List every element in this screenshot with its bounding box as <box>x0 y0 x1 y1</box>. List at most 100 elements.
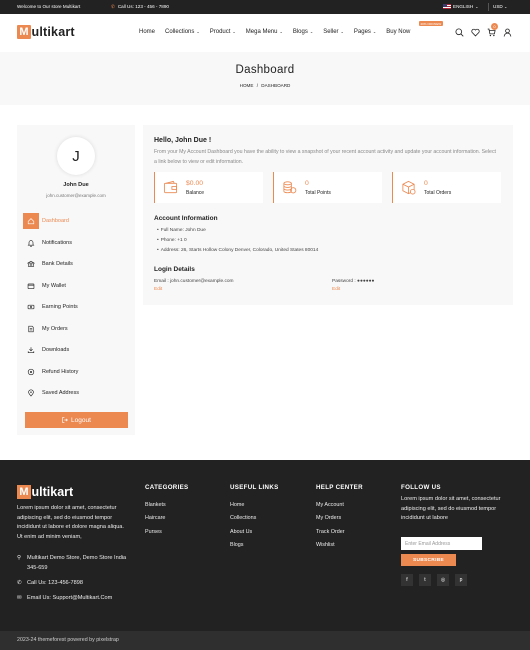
footer-column-title: USEFUL LINKS <box>230 484 279 491</box>
main-nav: Home Collections ⌄ Product ⌄ Mega Menu ⌄ Blogs ⌄… <box>139 29 410 35</box>
newsletter-email-input[interactable] <box>401 537 482 550</box>
logo[interactable]: M ultikart <box>17 25 75 39</box>
phone-icon: ✆ <box>111 4 115 9</box>
breadcrumb-home[interactable]: HOME <box>240 83 254 88</box>
account-sidebar: J John Due john.customer@example.com Das… <box>17 125 135 435</box>
footer-column-title: CATEGORIES <box>145 484 189 491</box>
follow-us-title: FOLLOW US <box>401 484 441 491</box>
avatar: J <box>57 137 95 175</box>
footer-link[interactable]: Home <box>230 502 244 508</box>
nav-item-mega-menu[interactable]: Mega Menu ⌄ <box>246 29 283 35</box>
footer-link[interactable]: Collections <box>230 515 256 521</box>
stat-label: Balance <box>186 190 205 196</box>
nav-item-buy-now[interactable]: Buy Now <box>386 29 410 35</box>
sidebar-item-dashboard[interactable]: Dashboard <box>23 213 129 229</box>
pinterest-icon[interactable]: p <box>455 574 467 586</box>
bank-icon <box>23 256 39 272</box>
sidebar-item-my-wallet[interactable]: My Wallet <box>23 278 129 294</box>
top-bar: Welcome to Our store Multikart ✆ Call Us:… <box>0 0 530 14</box>
hot-badge: 20% OFF/NEW <box>419 21 443 27</box>
subscribe-button[interactable]: SUBSCRIBE <box>401 554 456 566</box>
sidebar-item-saved-address[interactable]: Saved Address <box>23 385 129 401</box>
footer-email: ✉ Email Us: Support@Multikart.Com <box>17 594 112 604</box>
account-info-title: Account Information <box>154 215 218 222</box>
logo-text: ultikart <box>31 25 75 39</box>
follow-text: Lorem ipsum dolor sit amet, consectetur … <box>401 496 501 521</box>
nav-item-label: Pages <box>353 29 371 35</box>
dashboard-intro: From your My Account Dashboard you have … <box>154 149 496 165</box>
logo-text: ultikart <box>31 485 74 499</box>
sidebar-item-notifications[interactable]: Notifications <box>23 235 129 251</box>
breadcrumb: HOME / DASHBOARD <box>0 83 530 88</box>
facebook-icon[interactable]: f <box>401 574 413 586</box>
footer-link[interactable]: About Us <box>230 529 252 535</box>
nav-item-product[interactable]: Product ⌄ <box>210 29 236 35</box>
sidebar-item-downloads[interactable]: Downloads <box>23 342 129 358</box>
footer-link[interactable]: Track Order <box>316 529 345 535</box>
footer-link[interactable]: Purses <box>145 529 162 535</box>
chevron-down-icon: ⌄ <box>309 29 314 34</box>
wallet-icon <box>163 180 178 194</box>
chevron-down-icon: ⌄ <box>503 4 508 9</box>
logo-mark: M <box>17 25 31 39</box>
chevron-down-icon: ⌄ <box>475 3 479 9</box>
site-header: M ultikart Home Collections ⌄ Product ⌄ Mega … <box>0 14 530 52</box>
sidebar-item-my-orders[interactable]: My Orders <box>23 321 129 337</box>
nav-item-home[interactable]: Home <box>139 29 155 35</box>
nav-item-label: Buy Now <box>386 29 411 35</box>
footer-link[interactable]: Blogs <box>230 542 244 548</box>
page-title: Dashboard <box>235 64 295 76</box>
refund-icon <box>23 364 39 380</box>
footer-link[interactable]: My Orders <box>316 515 341 521</box>
nav-item-collections[interactable]: Collections ⌄ <box>165 29 200 35</box>
email-text: Email Us: Support@Multikart.Com <box>27 595 113 601</box>
edit-password-link[interactable]: Edit <box>332 287 340 292</box>
stat-label: Total Orders <box>424 190 452 196</box>
greeting: Hello, John Due ! <box>154 137 212 144</box>
user-email: john.customer@example.com <box>46 193 106 198</box>
sidebar-item-label: Downloads <box>42 347 70 353</box>
twitter-icon[interactable]: t <box>419 574 431 586</box>
login-password: Password : ●●●●●● <box>332 279 375 284</box>
search-icon[interactable] <box>455 28 464 37</box>
user-icon[interactable] <box>503 28 512 37</box>
heart-icon[interactable] <box>471 28 480 37</box>
footer-column-title: HELP CENTER <box>316 484 363 491</box>
sidebar-item-bank-details[interactable]: Bank Details <box>23 256 129 272</box>
breadcrumb-current: DASHBOARD <box>261 83 291 88</box>
nav-item-pages[interactable]: Pages ⌄ <box>354 29 376 35</box>
chevron-down-icon: ⌄ <box>196 29 200 34</box>
login-details-title: Login Details <box>154 266 195 273</box>
footer-phone: ✆ Call Us: 123-456-7898 <box>17 579 83 589</box>
stat-value: 0 <box>424 180 428 187</box>
chevron-down-icon: ⌄ <box>372 29 377 34</box>
nav-item-seller[interactable]: Seller ⌄ <box>323 29 344 35</box>
edit-email-link[interactable]: Edit <box>154 287 162 292</box>
nav-item-blogs[interactable]: Blogs ⌄ <box>293 29 313 35</box>
footer-link[interactable]: Haircare <box>145 515 165 521</box>
stat-card-points: 0 Total Points <box>273 172 382 203</box>
login-email: Email : john.customer@example.com <box>154 279 234 284</box>
footer-about: Lorem ipsum dolor sit amet, consectetur … <box>17 505 124 540</box>
footer-link[interactable]: My Account <box>316 502 344 508</box>
instagram-icon[interactable]: ◎ <box>437 574 449 586</box>
stat-value: $0.00 <box>186 180 204 187</box>
nav-item-label: Blogs <box>292 29 308 35</box>
phone-text: Call Us: 123-456-7898 <box>27 580 83 586</box>
language-selector[interactable]: ENGLISH ⌄ <box>443 3 479 9</box>
sidebar-item-label: Notifications <box>42 239 72 246</box>
sidebar-item-earning-points[interactable]: Earning Points <box>23 299 129 315</box>
orders-icon <box>23 321 39 337</box>
nav-item-label: Mega Menu <box>245 29 278 35</box>
phone-icon: ✆ <box>17 580 22 586</box>
account-info-item: Full Name: John Due <box>157 228 206 233</box>
logout-button[interactable]: Logout <box>25 412 128 428</box>
footer-link[interactable]: Wishlist <box>316 542 335 548</box>
footer-logo[interactable]: M ultikart <box>17 485 73 499</box>
pin-icon <box>23 385 39 401</box>
sidebar-item-refund-history[interactable]: Refund History <box>23 364 129 380</box>
currency-selector[interactable]: USD ⌄ <box>493 4 507 9</box>
footer-link[interactable]: Blankets <box>145 502 166 508</box>
sidebar-item-label: My Orders <box>42 325 68 332</box>
location-icon: ⚲ <box>17 555 22 561</box>
